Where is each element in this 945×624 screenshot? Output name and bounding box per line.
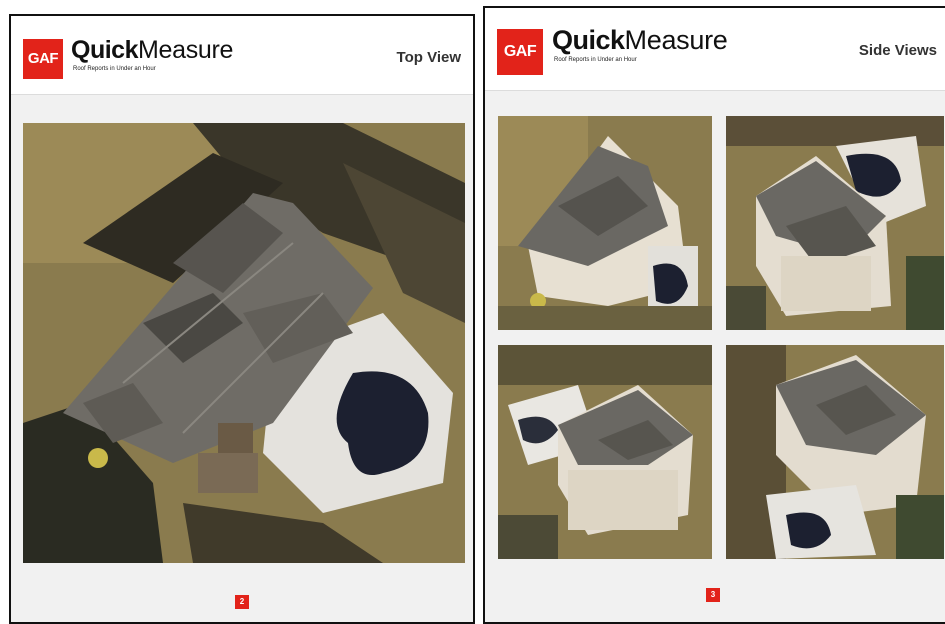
aerial-side-view-image xyxy=(726,345,944,559)
brand-light: Measure xyxy=(137,36,234,64)
report-header: GAF QuickMeasure Roof Reports in Under a… xyxy=(485,8,945,91)
quickmeasure-wordmark: QuickMeasure xyxy=(71,36,233,65)
quickmeasure-wordmark: QuickMeasure xyxy=(552,25,728,56)
view-title: Top View xyxy=(396,49,461,66)
side-view-image-west xyxy=(498,345,712,559)
aerial-side-view-image xyxy=(498,345,712,559)
brand-tagline: Roof Reports in Under an Hour xyxy=(554,57,637,63)
view-title: Side Views xyxy=(858,42,937,59)
gaf-logo: GAF xyxy=(497,29,543,75)
report-page-side-views: GAF QuickMeasure Roof Reports in Under a… xyxy=(483,6,945,624)
aerial-side-view-image xyxy=(498,116,712,330)
side-view-image-east xyxy=(726,116,944,330)
aerial-side-view-image xyxy=(726,116,944,330)
brand-light: Measure xyxy=(624,25,728,55)
side-view-image-south xyxy=(726,345,944,559)
brand-bold: Quick xyxy=(71,36,138,64)
side-view-image-north xyxy=(498,116,712,330)
page-number-badge: 2 xyxy=(235,595,249,609)
aerial-top-view-house-image xyxy=(23,123,465,563)
brand-bold: Quick xyxy=(552,25,625,55)
brand-tagline: Roof Reports in Under an Hour xyxy=(73,66,156,72)
aerial-top-view-image xyxy=(23,123,465,563)
report-page-top-view: GAF QuickMeasure Roof Reports in Under a… xyxy=(9,14,475,624)
report-header: GAF QuickMeasure Roof Reports in Under a… xyxy=(11,16,473,95)
gaf-logo: GAF xyxy=(23,39,63,79)
page-number-badge: 3 xyxy=(706,588,720,602)
